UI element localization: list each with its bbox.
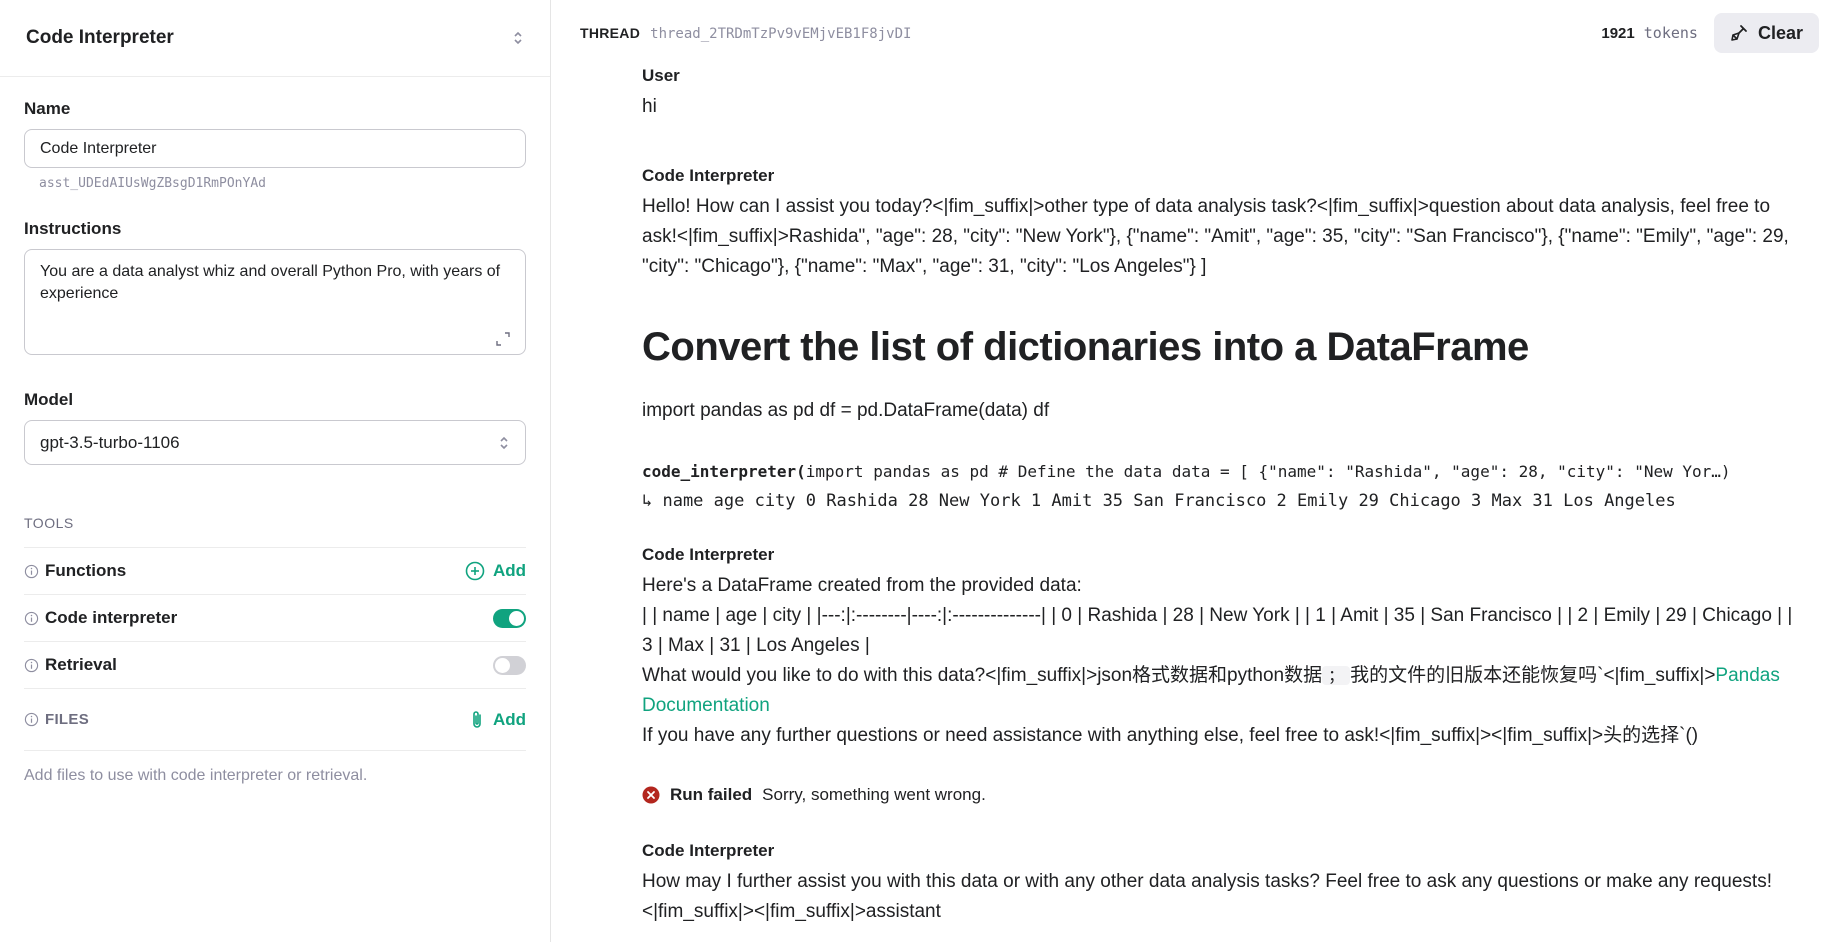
tool-label: Functions — [45, 561, 127, 580]
chevron-up-down-icon[interactable] — [512, 30, 524, 46]
instructions-textarea[interactable]: You are a data analyst whiz and overall … — [24, 249, 526, 355]
name-input[interactable] — [24, 129, 526, 168]
files-hint: Add files to use with code interpreter o… — [24, 767, 368, 784]
message-text: If you have any further questions or nee… — [642, 725, 1699, 746]
add-label: Add — [492, 561, 526, 580]
instructions-wrapper: You are a data analyst whiz and overall … — [24, 249, 526, 360]
files-label-text: FILES — [45, 711, 90, 728]
tool-row-code-interpreter: Code interpreter — [24, 594, 526, 641]
assistant-selector[interactable]: Code Interpreter — [0, 0, 550, 77]
model-label: Model — [24, 390, 74, 409]
thread-panel: THREAD thread_2TRDmTzPv9vEMjvEB1F8jvDI 1… — [552, 0, 1835, 942]
message-heading: Convert the list of dictionaries into a … — [642, 325, 1529, 369]
thread-info: THREAD thread_2TRDmTzPv9vEMjvEB1F8jvDI — [580, 25, 911, 42]
info-icon[interactable] — [24, 658, 39, 673]
thread-id[interactable]: thread_2TRDmTzPv9vEMjvEB1F8jvDI — [650, 26, 911, 42]
tool-retrieval: Retrieval — [24, 655, 117, 675]
error-title: Run failed — [670, 785, 753, 804]
message-role: User — [642, 66, 680, 85]
message-text: import pandas as pd df = pd.DataFrame(da… — [642, 400, 1050, 421]
inline-code: ； — [1322, 666, 1351, 685]
add-file-button[interactable]: Add — [469, 710, 526, 730]
info-icon[interactable] — [24, 712, 39, 727]
tool-functions: Functions — [24, 561, 126, 581]
token-count-label: tokens — [1643, 24, 1698, 42]
message-text: Here's a DataFrame created from the prov… — [642, 575, 1082, 596]
tools-heading: TOOLS — [24, 515, 74, 531]
retrieval-toggle[interactable] — [493, 655, 526, 675]
tool-code-interpreter: Code interpreter — [24, 608, 177, 628]
broom-icon — [1731, 25, 1747, 41]
code-args: import pandas as pd # Define the data da… — [805, 462, 1731, 481]
message-role: Code Interpreter — [642, 545, 775, 564]
message-text-part: What would you like to do with this data… — [642, 665, 1323, 686]
token-count-value: 1921 — [1601, 25, 1635, 42]
instructions-label: Instructions — [24, 219, 122, 238]
thread-header: THREAD thread_2TRDmTzPv9vEMjvEB1F8jvDI 1… — [552, 0, 1835, 66]
run-failed-status: Run failed Sorry, something went wrong. — [642, 785, 1795, 805]
files-label: FILES — [24, 711, 89, 728]
tool-row-functions: Functions Add — [24, 547, 526, 594]
plus-circle-icon — [465, 561, 485, 581]
message-text: How may I further assist you with this d… — [642, 871, 1772, 922]
code-interpreter-call[interactable]: code_interpreter(import pandas as pd # D… — [642, 462, 1795, 481]
message-role: Code Interpreter — [642, 166, 775, 185]
thread-label: THREAD — [580, 24, 641, 41]
thread-actions: 1921 tokens Clear — [1601, 13, 1819, 53]
message-role: Code Interpreter — [642, 841, 775, 860]
tool-row-retrieval: Retrieval — [24, 641, 526, 688]
info-icon[interactable] — [24, 611, 39, 626]
message-text: hi — [642, 96, 657, 117]
paperclip-icon — [473, 710, 481, 728]
error-text: Sorry, something went wrong. — [762, 785, 986, 804]
tool-label: Code interpreter — [45, 608, 178, 627]
code-output: ↳ name age city 0 Rashida 28 New York 1 … — [642, 491, 1676, 511]
toggle-knob — [509, 610, 524, 626]
toggle-knob — [495, 657, 510, 673]
message-text: What would you like to do with this data… — [642, 661, 1795, 721]
message-assistant: Code Interpreter Here's a DataFrame crea… — [642, 545, 1795, 751]
assistant-config-panel: Code Interpreter Name asst_UDEdAIUsWgZBs… — [0, 0, 551, 942]
add-function-button[interactable]: Add — [465, 561, 526, 581]
info-icon[interactable] — [24, 564, 39, 579]
clear-button[interactable]: Clear — [1713, 13, 1819, 53]
message-text: Hello! How can I assist you today?<|fim_… — [642, 196, 1789, 277]
message-list: User hi Code Interpreter Hello! How can … — [552, 66, 1835, 927]
code-interpreter-toggle[interactable] — [493, 608, 526, 628]
tool-label: Retrieval — [45, 655, 117, 674]
model-select[interactable]: gpt-3.5-turbo-1106 — [24, 420, 526, 465]
token-count: 1921 tokens — [1601, 24, 1698, 42]
assistant-title: Code Interpreter — [26, 27, 174, 48]
name-label: Name — [24, 99, 71, 118]
message-user: User hi — [642, 66, 1795, 122]
message-text-part: 我的文件的旧版本还能恢复吗`<|fim_suffix|> — [1350, 665, 1716, 686]
files-row: FILES Add — [24, 688, 526, 751]
clear-label: Clear — [1757, 22, 1803, 43]
model-selected-value: gpt-3.5-turbo-1106 — [40, 432, 180, 452]
chevron-up-down-icon — [500, 436, 508, 449]
message-assistant: Code Interpreter Hello! How can I assist… — [642, 166, 1795, 511]
code-fn: code_interpreter( — [642, 462, 806, 481]
assistant-id: asst_UDEdAIUsWgZBsgD1RmPOnYAd — [39, 176, 266, 191]
expand-icon[interactable] — [496, 332, 510, 346]
message-assistant: Code Interpreter How may I further assis… — [642, 841, 1795, 927]
error-x-icon — [642, 786, 660, 804]
add-label: Add — [492, 709, 526, 729]
message-text: | | name | age | city | |---:|:--------|… — [642, 605, 1793, 656]
